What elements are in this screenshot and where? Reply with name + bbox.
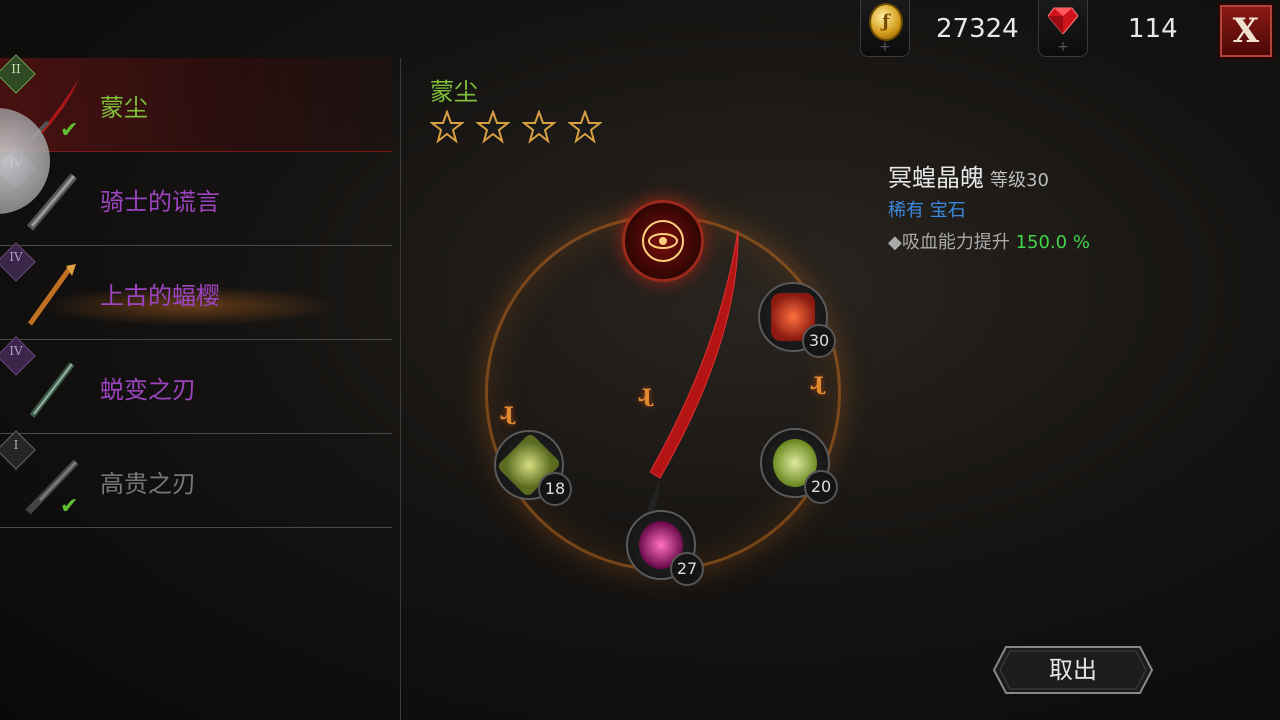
gold-coin-icon: ƒ: [869, 3, 903, 41]
weapon-name: 高贵之刃: [100, 470, 196, 498]
ruby-count: 114: [1128, 14, 1178, 44]
socket-level: 30: [802, 324, 836, 358]
star-icon: [568, 110, 603, 144]
gem-info-title: 冥蝗晶魄 等级30: [888, 158, 1049, 193]
take-out-button[interactable]: 取出: [992, 645, 1154, 695]
weapon-name: 蒙尘: [100, 94, 148, 122]
socket-bottom[interactable]: 27: [626, 510, 704, 586]
rune-glyph: ɻ: [500, 396, 514, 425]
weapon-item-4[interactable]: IV 蜕变之刃: [0, 336, 392, 434]
weapon-item-2[interactable]: IV 骑士的谎言: [0, 148, 392, 246]
socket-left[interactable]: 18: [494, 430, 572, 506]
gem-stat: ◆吸血能力提升 150.0 %: [888, 228, 1090, 254]
add-coin-icon: +: [879, 39, 891, 55]
gem-stat-value: 150.0 %: [1015, 232, 1090, 253]
weapon-list: II 蒙尘 ✔ IV 骑士的谎言 IV 上古的蝠樱 IV 蜕变之刃: [0, 54, 401, 720]
star-icon: [430, 110, 464, 144]
currency-bar: ƒ + 27324 + 114 X: [860, 0, 1280, 60]
weapon-name: 蜕变之刃: [100, 376, 196, 404]
take-out-label: 取出: [1049, 656, 1097, 684]
ruby-icon: [1048, 7, 1078, 34]
add-gem-icon: +: [1057, 39, 1069, 55]
spear-weapon-icon: [27, 264, 76, 326]
socket-level: 18: [538, 472, 572, 506]
socket-right[interactable]: 20: [760, 428, 838, 504]
weapon-name: 上古的蝠樱: [100, 282, 220, 310]
close-button[interactable]: X: [1220, 5, 1272, 57]
rune-glyph: ɻ: [810, 366, 824, 395]
gem-stat-label: ◆吸血能力提升: [888, 232, 1010, 253]
gem-level: 等级30: [990, 170, 1049, 191]
star-rating: [430, 110, 609, 148]
equipped-check-icon: ✔: [60, 118, 79, 143]
selected-weapon-title: 蒙尘: [430, 78, 478, 106]
gem-rarity: 稀有 宝石: [888, 200, 966, 221]
star-icon: [476, 110, 511, 144]
eye-emblem-icon: [622, 200, 704, 282]
gem-name: 冥蝗晶魄: [888, 164, 984, 192]
weapon-item-1[interactable]: II 蒙尘 ✔: [0, 54, 392, 152]
gold-coin-button[interactable]: ƒ +: [860, 0, 910, 57]
socket-level: 27: [670, 552, 704, 586]
weapon-item-5[interactable]: I 高贵之刃 ✔: [0, 430, 392, 528]
socket-top-right[interactable]: 30: [758, 282, 836, 358]
dagger-weapon-icon: [29, 362, 75, 418]
weapon-name: 骑士的谎言: [100, 188, 220, 216]
equipped-check-icon: ✔: [60, 494, 79, 519]
rune-glyph: ɻ: [638, 378, 652, 407]
weapon-item-3[interactable]: IV 上古的蝠樱: [0, 242, 392, 340]
star-icon: [522, 110, 557, 144]
socket-level: 20: [804, 470, 838, 504]
ruby-button[interactable]: +: [1038, 0, 1088, 57]
gold-coin-count: 27324: [936, 14, 1019, 44]
